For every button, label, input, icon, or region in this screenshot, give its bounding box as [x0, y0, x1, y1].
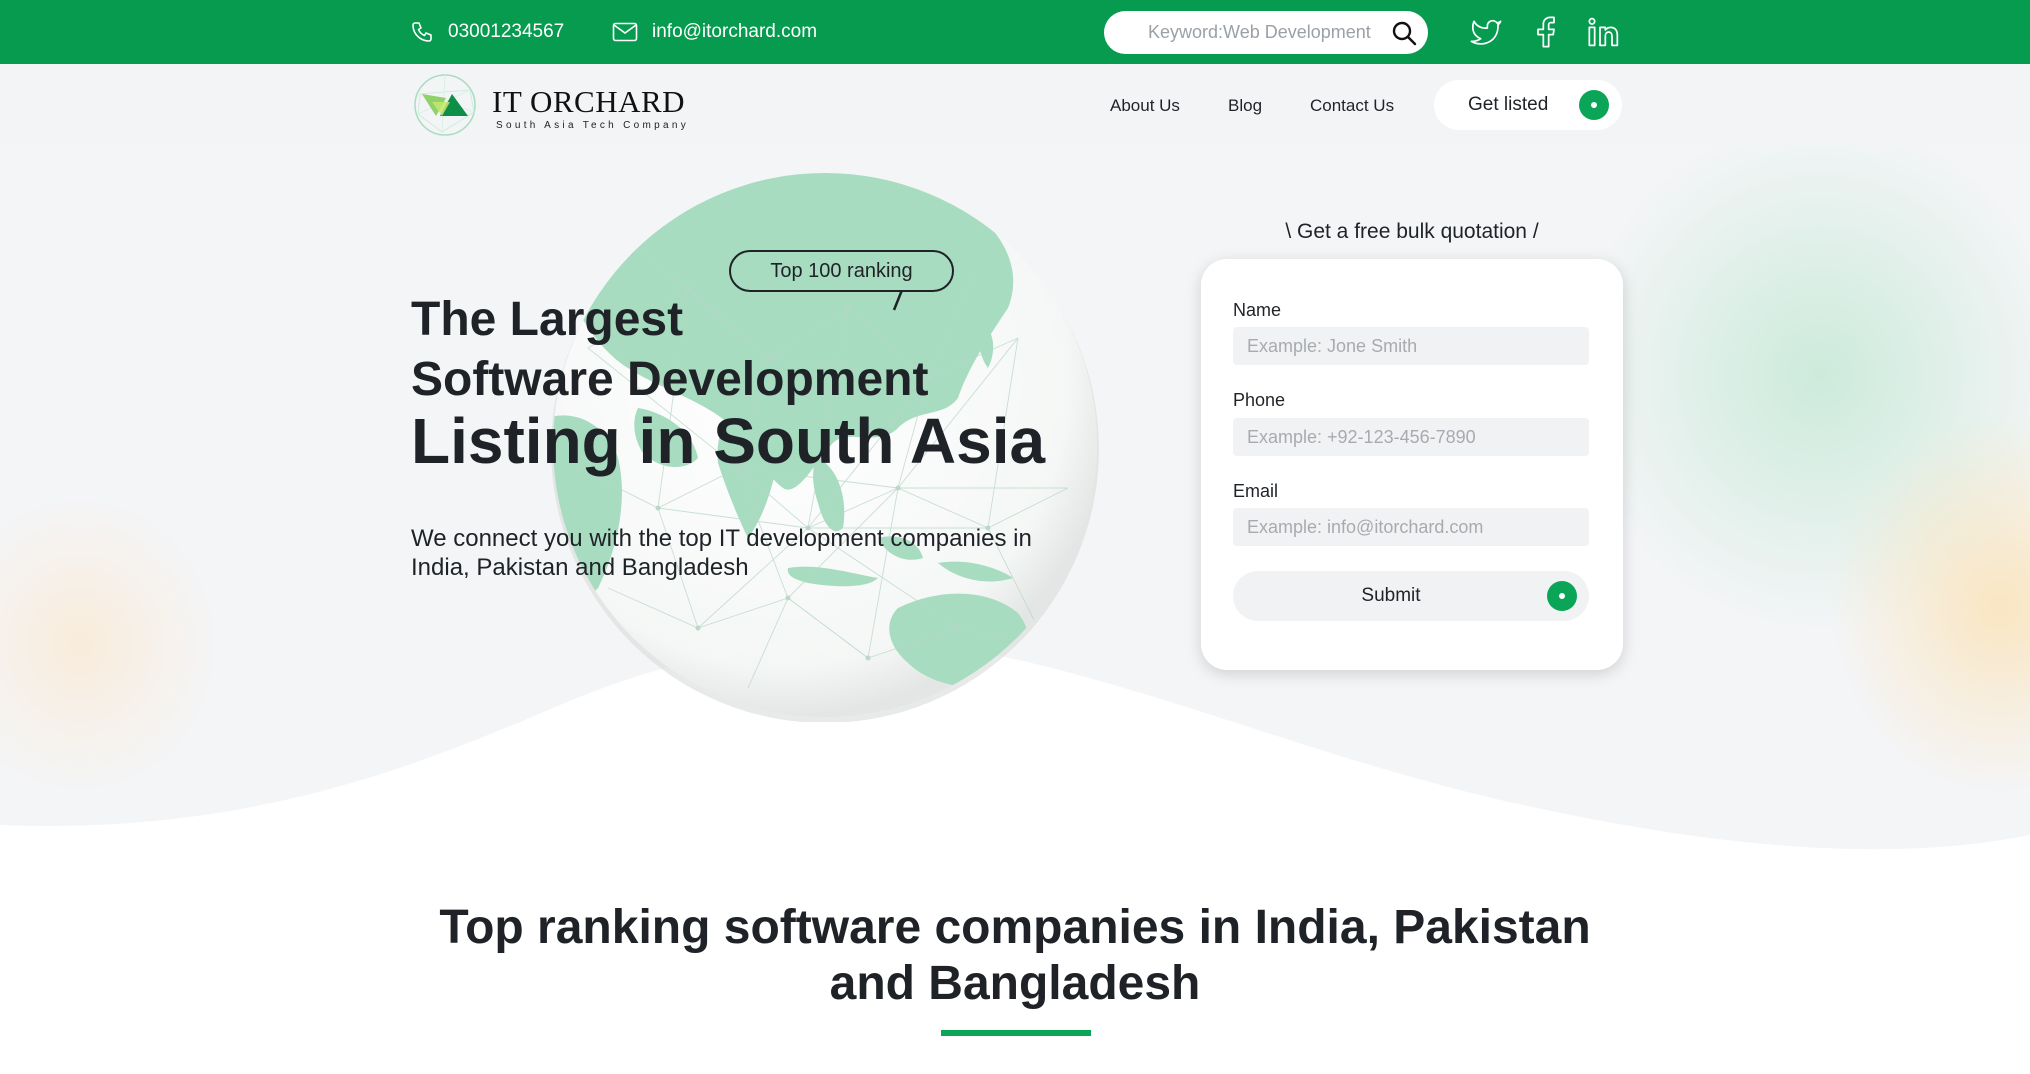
dot-icon — [1579, 90, 1609, 120]
get-listed-button[interactable]: Get listed — [1434, 80, 1622, 130]
facebook-icon — [1537, 16, 1555, 48]
linkedin-link[interactable] — [1586, 14, 1622, 50]
nav-about-us[interactable]: About Us — [1110, 96, 1180, 116]
hero-title-line-1: The Largest — [411, 293, 684, 346]
hero-title-line-3: Listing in South Asia — [411, 405, 1046, 477]
search-input[interactable] — [1104, 22, 1374, 43]
dot-icon — [1547, 581, 1577, 611]
email-input[interactable] — [1233, 508, 1589, 546]
name-input[interactable] — [1233, 327, 1589, 365]
facebook-link[interactable] — [1528, 14, 1564, 50]
phone-input[interactable] — [1233, 418, 1589, 456]
section-title-underline — [941, 1030, 1091, 1036]
phone-number: 03001234567 — [448, 21, 565, 42]
topbar-email[interactable]: info@itorchard.com — [612, 0, 817, 64]
section-title: Top ranking software companies in India,… — [439, 901, 1591, 1010]
brand-name: IT ORCHARD — [492, 84, 686, 119]
hero-title-line-2: Software Development — [411, 353, 929, 406]
twitter-link[interactable] — [1468, 14, 1504, 50]
mail-icon — [612, 22, 638, 42]
twitter-icon — [1470, 19, 1502, 45]
get-listed-label: Get listed — [1468, 94, 1549, 115]
submit-button[interactable]: Submit — [1233, 571, 1589, 621]
phone-icon — [412, 22, 432, 42]
speech-bubble-tail — [892, 290, 904, 311]
linkedin-icon — [1588, 17, 1619, 47]
email-address: info@itorchard.com — [652, 21, 818, 42]
brand-tagline: South Asia Tech Company — [496, 120, 690, 131]
search-button[interactable] — [1388, 17, 1420, 49]
topbar-phone[interactable]: 03001234567 — [410, 0, 564, 64]
quote-form-title: \ Get a free bulk quotation / — [1285, 220, 1539, 243]
submit-label: Submit — [1361, 585, 1421, 606]
search-box — [1104, 11, 1428, 54]
nav-blog[interactable]: Blog — [1228, 96, 1262, 116]
email-label: Email — [1233, 481, 1279, 501]
it-orchard-logo[interactable] — [412, 72, 478, 138]
nav-contact-us[interactable]: Contact Us — [1310, 96, 1394, 116]
site-header — [0, 64, 2030, 145]
phone-label: Phone — [1233, 390, 1286, 410]
hero-subtitle: We connect you with the top IT developme… — [411, 525, 1032, 581]
top-bar — [0, 0, 2030, 64]
search-icon — [1392, 21, 1417, 46]
name-label: Name — [1233, 300, 1282, 320]
top-100-ranking-badge: Top 100 ranking — [729, 250, 954, 292]
